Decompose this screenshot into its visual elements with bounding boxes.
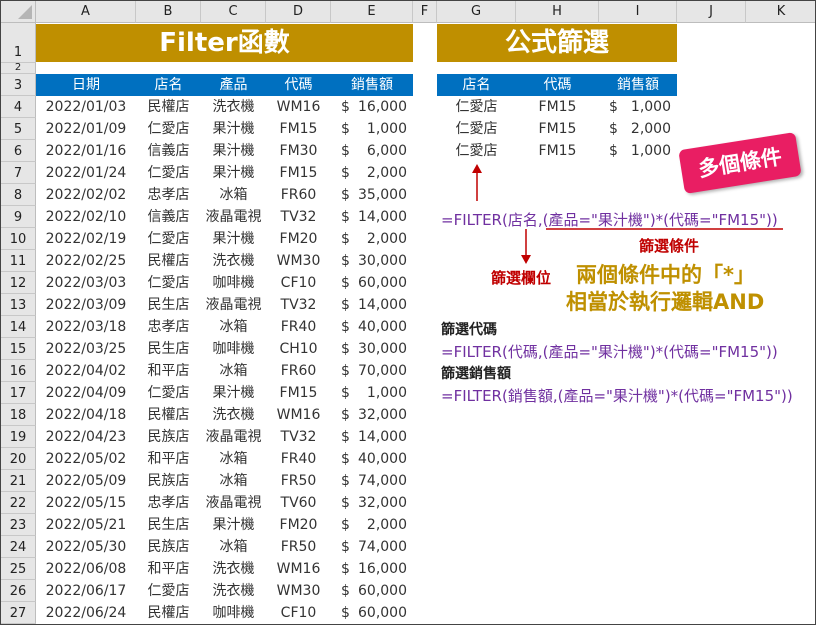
formula-main: =FILTER(店名,(產品="果汁機")*(代碼="FM15")) xyxy=(441,211,778,229)
label-field: 篩選欄位 xyxy=(491,269,552,287)
label-filter-sales: 篩選銷售額 xyxy=(441,366,511,382)
arrow-down-head xyxy=(521,255,531,264)
label-condition: 篩選條件 xyxy=(639,237,700,255)
note-line-2: 相當於執行邏輯AND xyxy=(566,290,765,314)
formula-code: =FILTER(代碼,(產品="果汁機")*(代碼="FM15")) xyxy=(441,343,778,361)
spreadsheet[interactable]: ABCDEFGHIJK 1 2 3 4 5 6 7 8 9 10 11 12 13 14 15 16 17 18 1… xyxy=(0,0,816,625)
note-line-1: 兩個條件中的「*」 xyxy=(576,263,755,287)
arrow-up-head xyxy=(472,164,482,173)
formula-sales: =FILTER(銷售額,(產品="果汁機")*(代碼="FM15")) xyxy=(441,387,793,405)
label-filter-code: 篩選代碼 xyxy=(441,322,497,338)
